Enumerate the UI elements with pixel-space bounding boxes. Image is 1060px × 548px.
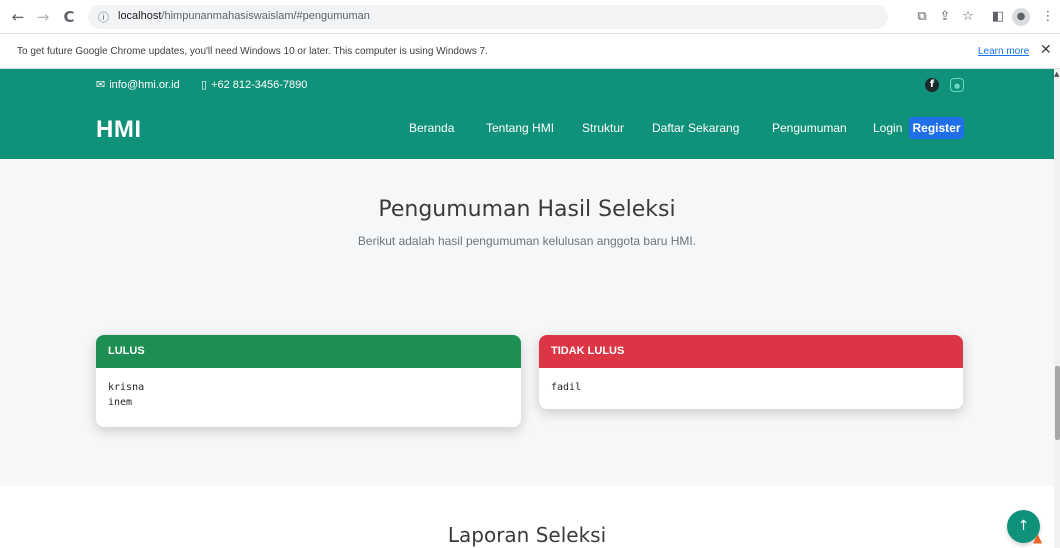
pass-card: LULUS krisna inem xyxy=(96,335,521,427)
phone-contact[interactable]: ▯ +62 812-3456-7890 xyxy=(201,78,307,91)
nav-beranda[interactable]: Beranda xyxy=(409,121,454,135)
facebook-icon[interactable]: f xyxy=(925,78,939,92)
list-item: fadil xyxy=(551,382,582,393)
arrow-up-icon: ↑ xyxy=(1017,518,1030,534)
pass-card-header: LULUS xyxy=(96,335,521,368)
learn-more-link[interactable]: Learn more xyxy=(978,46,1029,57)
phone-text: +62 812-3456-7890 xyxy=(211,79,308,91)
nav-pengumuman[interactable]: Pengumuman xyxy=(772,121,847,135)
site-header: ✉ info@hmi.or.id ▯ +62 812-3456-7890 f ● H… xyxy=(0,69,1054,159)
fail-card-header: TIDAK LULUS xyxy=(539,335,963,368)
nav-daftar-sekarang[interactable]: Daftar Sekarang xyxy=(652,121,739,135)
report-section-title: Laporan Seleksi xyxy=(447,523,607,547)
star-icon[interactable]: ☆ xyxy=(959,8,977,26)
share-icon[interactable]: ⇪ xyxy=(936,8,954,26)
list-item: inem xyxy=(108,397,133,408)
reload-icon[interactable]: C xyxy=(59,7,79,27)
site-logo[interactable]: HMI xyxy=(96,116,142,144)
email-contact[interactable]: ✉ info@hmi.or.id xyxy=(96,78,180,91)
scrollbar-track[interactable] xyxy=(1054,69,1060,548)
address-bar[interactable]: ⓘ localhost/himpunanmahasiswaislam/#peng… xyxy=(88,5,888,29)
list-item: krisna xyxy=(108,382,145,393)
url-text[interactable]: localhost/himpunanmahasiswaislam/#pengum… xyxy=(118,10,370,22)
url-host: localhost xyxy=(118,10,162,22)
envelope-icon: ✉ xyxy=(96,78,106,91)
section-subtitle: Berikut adalah hasil pengumuman kelulusa… xyxy=(357,234,697,248)
translate-icon[interactable]: ⧉ xyxy=(913,8,931,26)
fail-card-body: fadil xyxy=(539,368,963,407)
close-icon[interactable]: ✕ xyxy=(1040,42,1052,58)
site-info-icon[interactable]: ⓘ xyxy=(98,9,109,25)
nav-login[interactable]: Login xyxy=(873,121,902,135)
flame-icon: ▲ xyxy=(1033,531,1043,545)
section-title: Pengumuman Hasil Seleksi xyxy=(378,197,676,222)
infobar-message: To get future Google Chrome updates, you… xyxy=(17,46,488,57)
profile-icon[interactable]: ● xyxy=(1012,8,1030,26)
nav-tentang-hmi[interactable]: Tentang HMI xyxy=(486,121,554,135)
menu-icon[interactable]: ⋮ xyxy=(1039,8,1057,26)
pass-card-body: krisna inem xyxy=(96,368,521,422)
phone-icon: ▯ xyxy=(201,78,208,91)
back-icon[interactable]: ← xyxy=(8,7,28,27)
browser-toolbar: ← → C ⓘ localhost/himpunanmahasiswaislam… xyxy=(0,0,1060,34)
forward-icon[interactable]: → xyxy=(33,7,53,27)
nav-struktur[interactable]: Struktur xyxy=(582,121,624,135)
scroll-up-icon[interactable]: ▲ xyxy=(1054,70,1059,78)
scrollbar-thumb[interactable] xyxy=(1055,366,1060,440)
update-infobar: To get future Google Chrome updates, you… xyxy=(0,34,1060,69)
url-path: /himpunanmahasiswaislam/#pengumuman xyxy=(161,10,370,22)
instagram-icon[interactable]: ● xyxy=(950,78,964,92)
sidepanel-icon[interactable]: ◧ xyxy=(989,8,1007,26)
fail-card: TIDAK LULUS fadil xyxy=(539,335,963,409)
register-button[interactable]: Register xyxy=(909,117,964,139)
email-text: info@hmi.or.id xyxy=(109,79,180,91)
